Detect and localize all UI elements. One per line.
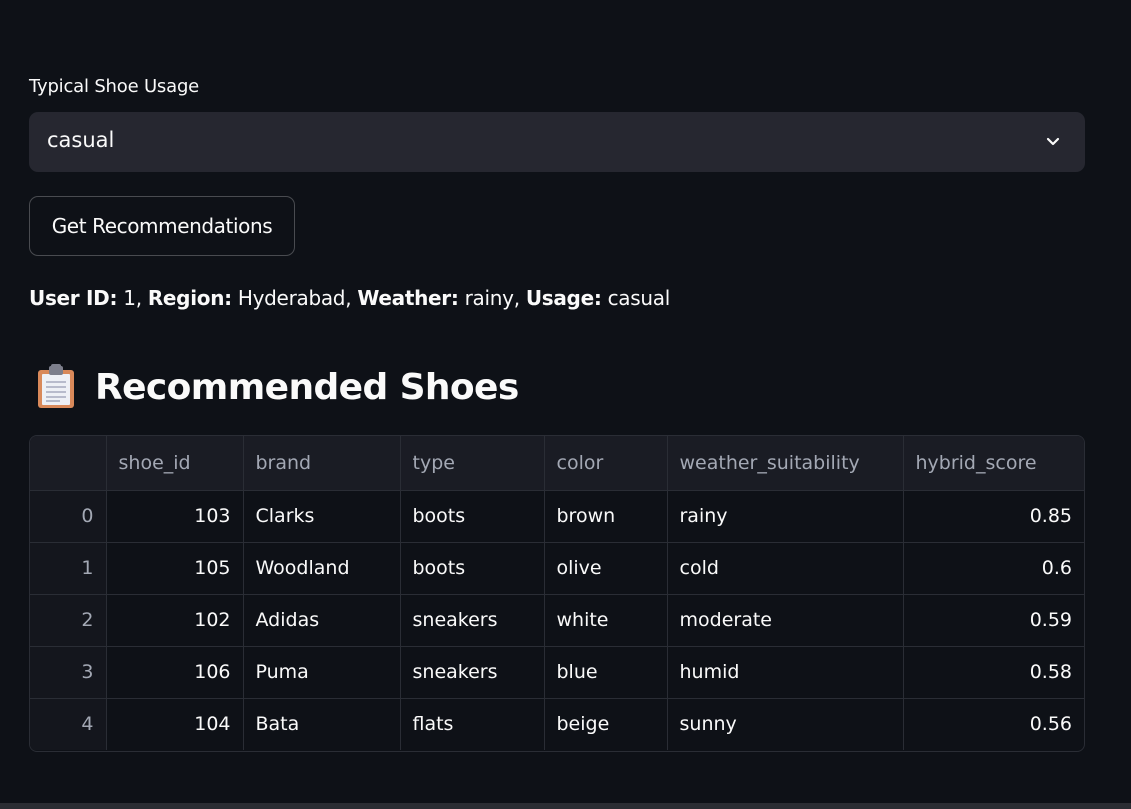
column-header-color[interactable]: color <box>544 436 668 491</box>
cell-hybrid-score[interactable]: 0.59 <box>903 594 1084 647</box>
chevron-down-icon[interactable] <box>1043 131 1063 151</box>
cell-hybrid-score[interactable]: 0.6 <box>903 542 1084 595</box>
usage-select-label: Typical Shoe Usage <box>29 76 200 97</box>
cell-type[interactable]: sneakers <box>400 646 545 699</box>
cell-color[interactable]: white <box>544 594 668 647</box>
row-index: 4 <box>30 698 107 750</box>
table-row: 2 102 Adidas sneakers white moderate 0.5… <box>30 594 1084 647</box>
user-id-label: User ID: <box>29 286 118 310</box>
region-label: Region: <box>147 286 232 310</box>
table-header-row: shoe_id brand type color weather_suitabi… <box>30 436 1084 491</box>
column-header-hybrid-score[interactable]: hybrid_score <box>903 436 1084 491</box>
bottom-scrollbar[interactable] <box>0 803 1131 809</box>
cell-brand[interactable]: Bata <box>243 698 401 750</box>
section-title: Recommended Shoes <box>95 366 519 408</box>
cell-type[interactable]: boots <box>400 490 545 543</box>
cell-color[interactable]: brown <box>544 490 668 543</box>
weather-value: rainy <box>464 286 514 310</box>
usage-value: casual <box>607 286 671 310</box>
row-index: 1 <box>30 542 107 595</box>
cell-brand[interactable]: Adidas <box>243 594 401 647</box>
usage-label: Usage: <box>525 286 602 310</box>
cell-color[interactable]: olive <box>544 542 668 595</box>
column-header-brand[interactable]: brand <box>243 436 401 491</box>
cell-shoe-id[interactable]: 104 <box>106 698 244 750</box>
table-row: 0 103 Clarks boots brown rainy 0.85 <box>30 490 1084 543</box>
cell-weather-suitability[interactable]: humid <box>667 646 904 699</box>
column-header-weather-suitability[interactable]: weather_suitability <box>667 436 904 491</box>
user-id-value: 1 <box>123 286 136 310</box>
column-header-type[interactable]: type <box>400 436 545 491</box>
cell-weather-suitability[interactable]: moderate <box>667 594 904 647</box>
table-row: 1 105 Woodland boots olive cold 0.6 <box>30 542 1084 595</box>
usage-select[interactable]: casual <box>29 112 1085 172</box>
cell-shoe-id[interactable]: 105 <box>106 542 244 595</box>
row-index: 3 <box>30 646 107 699</box>
table-row: 4 104 Bata flats beige sunny 0.56 <box>30 698 1084 750</box>
row-index: 0 <box>30 490 107 543</box>
cell-weather-suitability[interactable]: sunny <box>667 698 904 750</box>
user-info-line: User ID: 1, Region: Hyderabad, Weather: … <box>29 286 670 310</box>
cell-brand[interactable]: Puma <box>243 646 401 699</box>
recommendations-table[interactable]: shoe_id brand type color weather_suitabi… <box>29 435 1085 752</box>
region-value: Hyderabad <box>237 286 346 310</box>
cell-brand[interactable]: Woodland <box>243 542 401 595</box>
app-page: Typical Shoe Usage casual Get Recommenda… <box>0 0 1131 809</box>
column-header-shoe-id[interactable]: shoe_id <box>106 436 244 491</box>
cell-shoe-id[interactable]: 102 <box>106 594 244 647</box>
cell-shoe-id[interactable]: 103 <box>106 490 244 543</box>
cell-hybrid-score[interactable]: 0.85 <box>903 490 1084 543</box>
row-index: 2 <box>30 594 107 647</box>
cell-type[interactable]: sneakers <box>400 594 545 647</box>
column-header-index[interactable] <box>30 436 107 491</box>
cell-color[interactable]: beige <box>544 698 668 750</box>
cell-hybrid-score[interactable]: 0.58 <box>903 646 1084 699</box>
weather-label: Weather: <box>357 286 459 310</box>
table-row: 3 106 Puma sneakers blue humid 0.58 <box>30 646 1084 699</box>
cell-hybrid-score[interactable]: 0.56 <box>903 698 1084 750</box>
usage-select-value: casual <box>47 128 115 152</box>
cell-type[interactable]: flats <box>400 698 545 750</box>
cell-brand[interactable]: Clarks <box>243 490 401 543</box>
cell-weather-suitability[interactable]: cold <box>667 542 904 595</box>
cell-shoe-id[interactable]: 106 <box>106 646 244 699</box>
cell-weather-suitability[interactable]: rainy <box>667 490 904 543</box>
recommended-heading: Recommended Shoes <box>36 360 519 414</box>
cell-type[interactable]: boots <box>400 542 545 595</box>
cell-color[interactable]: blue <box>544 646 668 699</box>
get-recommendations-button[interactable]: Get Recommendations <box>29 196 295 256</box>
clipboard-icon <box>38 364 74 408</box>
